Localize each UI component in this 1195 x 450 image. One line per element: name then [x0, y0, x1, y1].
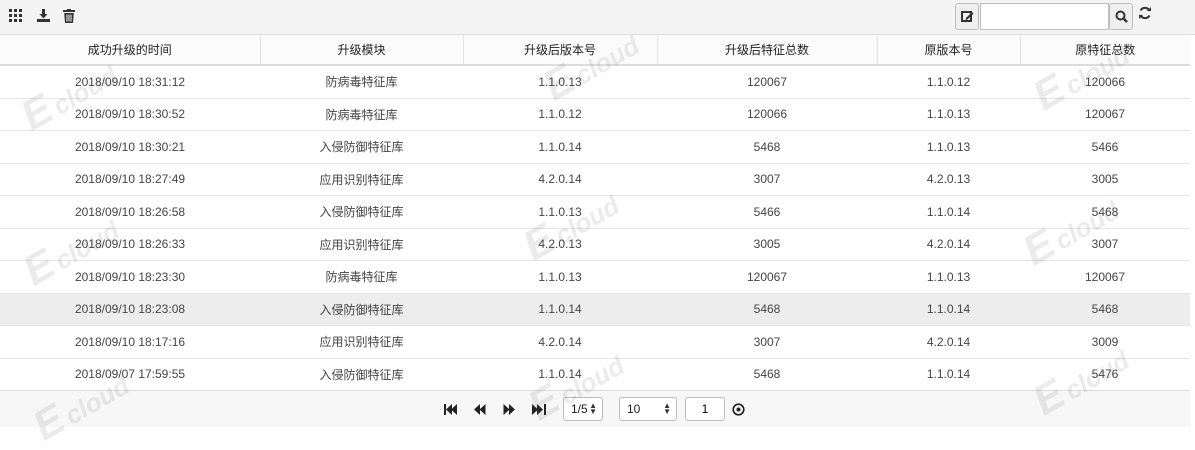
table-cell: 应用识别特征库 — [260, 163, 463, 196]
search-input[interactable] — [980, 3, 1109, 30]
table-cell: 2018/09/10 18:31:12 — [0, 65, 260, 99]
page-select-value: 1/5 — [571, 402, 588, 416]
table-cell: 1.1.0.14 — [463, 358, 657, 391]
table-cell: 2018/09/10 18:27:49 — [0, 163, 260, 196]
page-size-select[interactable]: 10 ▲ ▼ — [619, 397, 677, 421]
previous-page-icon[interactable] — [474, 404, 486, 418]
table-cell: 1.1.0.12 — [877, 65, 1020, 99]
select-arrows-icon: ▲ ▼ — [589, 401, 597, 416]
table-row[interactable]: 2018/09/10 18:23:30 防病毒特征库 1.1.0.13 120067 1… — [0, 260, 1190, 294]
table-cell: 3005 — [657, 228, 877, 261]
edit-icon[interactable] — [955, 3, 979, 30]
last-page-icon[interactable] — [532, 404, 546, 418]
table-cell: 1.1.0.13 — [877, 98, 1020, 131]
column-header[interactable]: 升级模块 — [260, 35, 464, 66]
table-cell: 防病毒特征库 — [260, 98, 463, 131]
page-size-value: 10 — [627, 402, 641, 416]
table-cell: 120067 — [657, 65, 877, 99]
table-row[interactable]: 2018/09/10 18:30:52 防病毒特征库 1.1.0.12 120066 1… — [0, 98, 1190, 131]
table-row[interactable]: 2018/09/10 18:30:21 入侵防御特征库 1.1.0.14 5468 1.… — [0, 130, 1190, 164]
table-cell: 3007 — [657, 325, 877, 359]
table-cell: 1.1.0.13 — [463, 260, 657, 294]
table-cell: 3007 — [657, 163, 877, 196]
table-cell: 4.2.0.14 — [877, 228, 1020, 261]
table-cell: 1.1.0.13 — [463, 195, 657, 229]
table-cell: 1.1.0.13 — [877, 130, 1020, 164]
table-cell: 1.1.0.13 — [877, 260, 1020, 294]
table-cell: 入侵防御特征库 — [260, 358, 463, 391]
first-page-icon[interactable] — [444, 404, 458, 418]
table-cell: 3005 — [1020, 163, 1190, 196]
table-cell: 1.1.0.14 — [877, 293, 1020, 326]
next-page-icon[interactable] — [503, 404, 515, 418]
table-cell: 120066 — [657, 98, 877, 131]
table-cell: 4.2.0.14 — [463, 163, 657, 196]
column-header[interactable]: 升级后特征总数 — [657, 35, 878, 66]
table-cell: 120067 — [1020, 98, 1190, 131]
table-cell: 5476 — [1020, 358, 1190, 391]
table-row[interactable]: 2018/09/10 18:17:16 应用识别特征库 4.2.0.14 3007 4.… — [0, 325, 1190, 359]
table-row[interactable]: 2018/09/10 18:23:08 入侵防御特征库 1.1.0.14 5468 1.… — [0, 293, 1190, 326]
table-cell: 120067 — [1020, 260, 1190, 294]
delete-icon[interactable] — [63, 9, 77, 23]
table-cell: 5468 — [657, 293, 877, 326]
table-cell: 1.1.0.14 — [463, 130, 657, 164]
page-select[interactable]: 1/5 ▲ ▼ — [563, 397, 603, 421]
table-cell: 5466 — [1020, 130, 1190, 164]
table-cell: 4.2.0.13 — [877, 163, 1020, 196]
pagination-bar: 1/5 ▲ ▼ 10 ▲ ▼ — [0, 390, 1190, 427]
table-cell: 5468 — [1020, 293, 1190, 326]
column-header[interactable]: 原版本号 — [877, 35, 1021, 66]
page-number-input[interactable] — [685, 397, 725, 421]
table-cell: 入侵防御特征库 — [260, 293, 463, 326]
table-cell: 防病毒特征库 — [260, 65, 463, 99]
select-arrows-icon: ▲ ▼ — [663, 401, 671, 416]
table-cell: 应用识别特征库 — [260, 228, 463, 261]
upgrade-log-table: 成功升级的时间 升级模块 升级后版本号 升级后特征总数 原版本号 原特征总数 2… — [0, 35, 1190, 391]
table-cell: 120066 — [1020, 65, 1190, 99]
table-cell: 4.2.0.13 — [463, 228, 657, 261]
table-row[interactable]: 2018/09/07 17:59:55 入侵防御特征库 1.1.0.14 5468 1.… — [0, 358, 1190, 391]
table-cell: 5466 — [657, 195, 877, 229]
search-icon[interactable] — [1109, 3, 1133, 30]
table-cell: 防病毒特征库 — [260, 260, 463, 294]
refresh-icon[interactable] — [1138, 6, 1152, 23]
table-cell: 120067 — [657, 260, 877, 294]
table-cell: 1.1.0.12 — [463, 98, 657, 131]
table-row[interactable]: 2018/09/10 18:31:12 防病毒特征库 1.1.0.13 120067 1… — [0, 65, 1190, 99]
table-cell: 4.2.0.14 — [463, 325, 657, 359]
column-header[interactable]: 升级后版本号 — [463, 35, 658, 66]
table-row[interactable]: 2018/09/10 18:26:58 入侵防御特征库 1.1.0.13 5466 1.… — [0, 195, 1190, 229]
toolbar — [0, 0, 1195, 35]
table-cell: 2018/09/10 18:23:08 — [0, 293, 260, 326]
table-cell: 4.2.0.14 — [877, 325, 1020, 359]
table-cell: 入侵防御特征库 — [260, 195, 463, 229]
go-to-page-icon[interactable] — [732, 403, 745, 419]
table-header-row: 成功升级的时间 升级模块 升级后版本号 升级后特征总数 原版本号 原特征总数 — [0, 35, 1190, 66]
table-cell: 5468 — [1020, 195, 1190, 229]
table-cell: 3009 — [1020, 325, 1190, 359]
column-header[interactable]: 原特征总数 — [1020, 35, 1190, 66]
column-header[interactable]: 成功升级的时间 — [0, 35, 261, 66]
table-cell: 5468 — [657, 130, 877, 164]
table-cell: 1.1.0.13 — [463, 65, 657, 99]
table-cell: 2018/09/10 18:30:52 — [0, 98, 260, 131]
table-cell: 3007 — [1020, 228, 1190, 261]
table-cell: 5468 — [657, 358, 877, 391]
table-row[interactable]: 2018/09/10 18:26:33 应用识别特征库 4.2.0.13 3005 4.… — [0, 228, 1190, 261]
table-cell: 2018/09/10 18:30:21 — [0, 130, 260, 164]
table-cell: 2018/09/10 18:26:58 — [0, 195, 260, 229]
table-cell: 1.1.0.14 — [877, 358, 1020, 391]
table-cell: 2018/09/10 18:26:33 — [0, 228, 260, 261]
table-cell: 入侵防御特征库 — [260, 130, 463, 164]
table-row[interactable]: 2018/09/10 18:27:49 应用识别特征库 4.2.0.14 3007 4.… — [0, 163, 1190, 196]
grid-icon[interactable] — [9, 9, 23, 23]
table-cell: 1.1.0.14 — [877, 195, 1020, 229]
table-cell: 2018/09/10 18:23:30 — [0, 260, 260, 294]
table-cell: 2018/09/07 17:59:55 — [0, 358, 260, 391]
table-cell: 应用识别特征库 — [260, 325, 463, 359]
export-icon[interactable] — [37, 9, 51, 23]
table-cell: 1.1.0.14 — [463, 293, 657, 326]
table-cell: 2018/09/10 18:17:16 — [0, 325, 260, 359]
